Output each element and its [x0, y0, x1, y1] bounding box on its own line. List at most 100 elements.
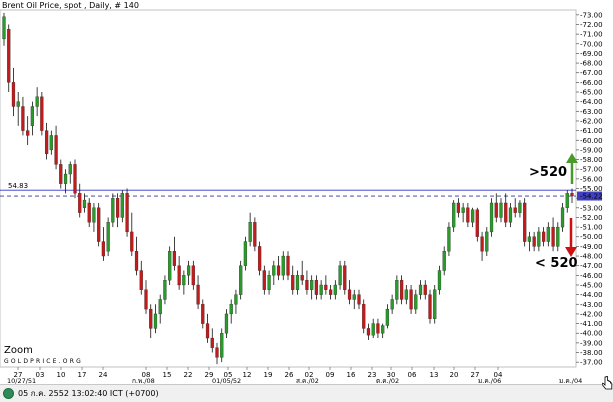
y-tick-label: -42.00 [580, 310, 603, 318]
candle-body [106, 222, 110, 252]
y-tick-label: -63.00 [580, 108, 603, 116]
y-tick-label: -70.00 [580, 40, 603, 48]
connection-status-icon [3, 388, 14, 399]
candle-body [229, 304, 233, 315]
candle-body [371, 323, 375, 336]
candle-body [513, 207, 517, 213]
candle-body [158, 299, 162, 315]
candle-body [68, 164, 72, 175]
candle-body [248, 222, 252, 242]
y-tick-label: -68.00 [580, 60, 603, 68]
candle-body [276, 265, 281, 276]
candle [220, 328, 224, 363]
x-period-label: ม.ค./04 [559, 377, 582, 384]
candle-body [310, 280, 314, 290]
candle-body [257, 246, 262, 271]
candle-body [570, 193, 574, 197]
candle-body [224, 313, 229, 334]
candle-body [7, 29, 11, 83]
x-period-label: 01/05/52 [212, 377, 241, 384]
candle-body [153, 313, 158, 329]
y-tick-label: -37.00 [580, 359, 603, 367]
candle [523, 198, 527, 247]
candle [362, 299, 366, 334]
annotation-below-520: < 520 [535, 256, 578, 271]
candle-body [30, 106, 35, 126]
candle-body [54, 135, 58, 165]
candle-body [447, 226, 451, 252]
candle-body [352, 294, 356, 300]
x-period-label: ส.ค./02 [296, 377, 319, 384]
candle-body [281, 255, 285, 276]
candle-body [418, 284, 423, 295]
y-tick-label: -59.00 [580, 146, 603, 154]
candle-body [286, 255, 290, 276]
candle-body [399, 280, 404, 300]
status-text: 05 ก.ค. 2552 13:02:40 ICT (+0700) [18, 389, 159, 398]
candle [106, 217, 110, 257]
y-tick-label: -56.00 [580, 175, 603, 183]
zoom-label[interactable]: Zoom [4, 345, 33, 356]
hand-cursor-icon [602, 376, 613, 390]
candle-body [414, 294, 418, 310]
x-tick-label: 12 [243, 371, 252, 379]
candle-body [201, 304, 205, 324]
y-tick-label: -67.00 [580, 69, 603, 77]
y-tick-label: -39.00 [580, 339, 603, 347]
x-tick-label: 26 [285, 371, 294, 379]
candle [97, 202, 101, 247]
y-tick-label: -64.00 [580, 98, 603, 106]
candle-body [551, 226, 555, 247]
reference-line-label: 54.83 [8, 182, 28, 190]
y-tick-label: -43.00 [580, 301, 603, 309]
x-tick-label: 10 [57, 371, 66, 379]
candle-body [433, 289, 437, 319]
plot-frame [0, 9, 577, 368]
candle-body [87, 202, 91, 223]
candle-body [97, 207, 101, 242]
candle-body [234, 294, 238, 305]
candle-body [253, 222, 257, 247]
candle-body [144, 289, 148, 310]
candle-body [324, 284, 328, 290]
candle-body [40, 96, 44, 131]
candle-body [314, 280, 319, 295]
candle [73, 159, 77, 199]
y-tick-label: -62.00 [580, 117, 603, 125]
y-tick-label: -58.00 [580, 156, 603, 164]
x-tick-label: 17 [78, 371, 87, 379]
candle [257, 241, 262, 276]
y-tick-label: -48.00 [580, 253, 603, 261]
candle-body [480, 236, 484, 252]
candle-body [504, 202, 508, 223]
candle-body [239, 265, 243, 295]
candle-body [357, 294, 361, 305]
candle-body [63, 173, 68, 184]
candle-body [111, 197, 115, 223]
y-tick-label: -44.00 [580, 291, 603, 299]
candle-body [115, 197, 120, 218]
candle-body [300, 275, 304, 281]
candle [243, 236, 248, 271]
candle-body [508, 207, 513, 223]
candle-body [347, 289, 352, 300]
candle-body [470, 209, 475, 223]
y-tick-label: -47.00 [580, 262, 603, 270]
candle-body [452, 202, 456, 228]
y-tick-label: -46.00 [580, 272, 603, 280]
candle-body [437, 270, 442, 290]
chart-title: Brent Oil Price, spot , Daily, # 140 [2, 1, 139, 10]
y-tick-label: -41.00 [580, 320, 603, 328]
candle [168, 246, 172, 285]
candle-body [362, 304, 366, 329]
candle-body [92, 207, 96, 223]
candle-body [44, 130, 49, 154]
candle-body [366, 328, 371, 336]
candle-body [149, 308, 153, 329]
candle-body [186, 265, 191, 276]
candle-body [527, 236, 532, 242]
y-tick-label: -60.00 [580, 137, 603, 145]
y-tick-label: -69.00 [580, 50, 603, 58]
candle-body [560, 207, 565, 228]
y-axis: -37.00 -38.00 -39.00-40.00 -41.00 -42.00-43.… [576, 11, 603, 367]
